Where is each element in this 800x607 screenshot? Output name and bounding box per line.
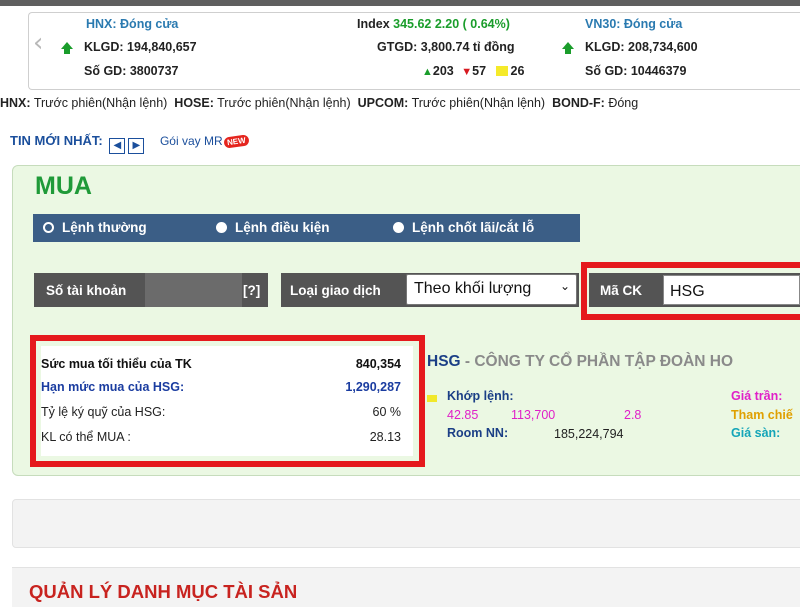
- news-link[interactable]: Gói vay MR: [160, 134, 223, 148]
- hnx-sogd: Số GD: 3800737: [84, 64, 179, 78]
- empty-section: [12, 499, 800, 548]
- company-name: - CÔNG TY CỔ PHẦN TẬP ĐOÀN HO: [460, 353, 734, 370]
- highlight-buying-power: [30, 335, 425, 467]
- trade-type-value: Theo khối lượng: [414, 280, 532, 297]
- order-type-takeprofit-stoploss[interactable]: Lệnh chốt lãi/cắt lỗ: [393, 220, 534, 235]
- order-type-label: Lệnh chốt lãi/cắt lỗ: [412, 220, 535, 235]
- reference-label: Tham chiế: [731, 408, 793, 422]
- advance-arrow-icon: ▲: [422, 66, 433, 78]
- order-type-conditional[interactable]: Lệnh điều kiện: [216, 220, 330, 235]
- session-status-line: HNX: Trước phiên(Nhận lệnh) HOSE: Trước …: [0, 96, 800, 110]
- unchanged-square-icon: [495, 66, 508, 76]
- match-color-square-icon: [427, 395, 437, 402]
- session-status: Trước phiên(Nhận lệnh): [217, 96, 351, 110]
- session-exchange: BOND-F:: [552, 96, 605, 110]
- session-status: Đóng: [608, 96, 639, 110]
- news-prev-button[interactable]: ◀: [109, 138, 126, 154]
- breadth: ▲203 ▼57 26: [422, 64, 524, 78]
- chevron-down-icon: ⌄: [559, 279, 570, 293]
- session-exchange: HNX:: [0, 96, 31, 110]
- news-next-button[interactable]: ▶: [128, 138, 145, 154]
- top-bar: [0, 0, 800, 6]
- vn30-up-arrow-icon: [562, 42, 574, 54]
- account-label: Số tài khoản: [46, 283, 127, 298]
- match-change: 2.8: [624, 408, 642, 422]
- session-status: Trước phiên(Nhận lệnh): [33, 96, 168, 110]
- ticker-prev-arrow[interactable]: ‹: [33, 30, 43, 56]
- ceiling-label: Giá trần:: [731, 389, 783, 403]
- news-title: TIN MỚI NHẤT:: [10, 133, 103, 148]
- match-price: 42.85: [447, 408, 479, 422]
- floor-label: Giá sàn:: [731, 426, 781, 440]
- vn30-klgd: KLGD: 208,734,600: [585, 40, 698, 54]
- radio-selected-icon[interactable]: [43, 222, 54, 233]
- company-heading: HSG - CÔNG TY CỔ PHẦN TẬP ĐOÀN HO: [427, 353, 733, 371]
- trade-type-select[interactable]: Theo khối lượng ⌄: [406, 274, 577, 305]
- advances: 203: [432, 64, 454, 78]
- room-label: Room NN:: [447, 426, 509, 440]
- radio-icon[interactable]: [216, 222, 227, 233]
- declines: 57: [472, 64, 487, 78]
- decline-arrow-icon: ▼: [461, 66, 473, 78]
- news-bar: TIN MỚI NHẤT: ◀ ▶ Gói vay MR NEW: [10, 133, 249, 154]
- hnx-status: HNX: Đóng cửa: [86, 17, 179, 31]
- unchanged: 26: [510, 64, 525, 78]
- trade-type-label: Loại giao dịch: [290, 283, 381, 298]
- vn30-status: VN30: Đóng cửa: [585, 17, 683, 31]
- session-exchange: UPCOM:: [357, 96, 409, 110]
- hnx-up-arrow-icon: [61, 42, 73, 54]
- account-help-link[interactable]: [?]: [243, 283, 260, 298]
- company-code: HSG: [427, 353, 461, 370]
- session-exchange: HOSE:: [174, 96, 214, 110]
- gtgd: GTGD: 3,800.74 tỉ đồng: [377, 40, 515, 54]
- account-number-masked[interactable]: [145, 273, 242, 307]
- index-value-line: Index 345.62 2.20 ( 0.64%): [357, 17, 510, 31]
- buy-title: MUA: [35, 172, 92, 200]
- match-volume: 113,700: [511, 408, 556, 422]
- match-label: Khớp lệnh:: [447, 389, 514, 403]
- vn30-sogd: Số GD: 10446379: [585, 64, 687, 78]
- order-type-label: Lệnh điều kiện: [235, 220, 330, 235]
- index-value: 345.62 2.20 ( 0.64%): [393, 17, 510, 31]
- order-type-bar: Lệnh thường Lệnh điều kiện Lệnh chốt lãi…: [33, 214, 580, 242]
- order-type-normal[interactable]: Lệnh thường: [43, 220, 147, 235]
- highlight-stock-code: [581, 262, 800, 320]
- hnx-klgd: KLGD: 194,840,657: [84, 40, 197, 54]
- index-label: Index: [357, 17, 390, 31]
- session-status: Trước phiên(Nhận lệnh): [411, 96, 546, 110]
- new-badge: NEW: [222, 134, 249, 149]
- radio-icon[interactable]: [393, 222, 404, 233]
- order-type-label: Lệnh thường: [62, 220, 147, 235]
- room-value: 185,224,794: [554, 427, 624, 441]
